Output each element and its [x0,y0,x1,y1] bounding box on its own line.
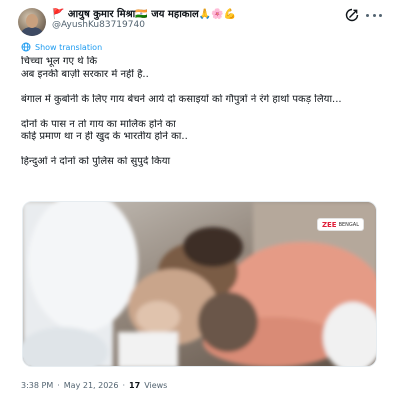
more-dot [372,13,376,17]
tweet-line: अब इनकी बाज़ी सरकार में नहीं है.. [21,68,149,80]
views-count: 17 [129,381,141,390]
more-options-icon[interactable] [366,8,382,22]
avatar-shoulders [21,27,43,36]
tweet-meta: 3:38 PM · May 21, 2026 · 17 Views [21,381,167,390]
author-handle[interactable]: @AyushKu83719740 [52,20,145,30]
channel-logo: ZEE BENGAL [316,218,364,231]
views-label: Views [144,381,168,390]
tweet-line: दोनों के पास न तो गाय का मालिक होने का [21,118,176,130]
tweet-line: बंगाल में कुर्बानी के लिए गाय बेचने आये … [21,93,342,105]
avatar-face [26,14,38,28]
tweet-line: चिच्चा भूल गए थे कि [21,56,97,67]
avatar[interactable] [18,8,46,36]
more-dot [379,13,382,17]
tweet-date[interactable]: May 21, 2026 [64,381,119,390]
meta-separator: · [122,381,126,390]
author-name-row[interactable]: 🚩 आयुष कुमार मिश्रा🇮🇳 जय महाकाल🙏🌸💪 [52,6,236,20]
globe-icon [21,42,31,52]
more-dot [366,13,369,17]
tweet-line: कोई प्रमाण था न ही खुद के भारतीय होने का… [21,131,188,142]
tweet-card[interactable]: 🚩 आयुष कुमार मिश्रा🇮🇳 जय महाकाल🙏🌸💪 @Ayus… [0,0,400,398]
channel-logo-sub: BENGAL [338,221,359,228]
channel-logo-text: ZEE [321,220,337,229]
tweet-text: चिच्चा भूल गए थे कि अब इनकी बाज़ी सरकार … [21,56,381,169]
show-translation-link[interactable]: Show translation [21,42,102,52]
tweet-media[interactable]: ZEE BENGAL [22,201,377,367]
meta-separator: · [57,381,60,390]
grok-icon[interactable] [345,8,359,22]
author-display-name[interactable]: 🚩 आयुष कुमार मिश्रा🇮🇳 जय महाकाल🙏🌸💪 [52,6,236,20]
tweet-time[interactable]: 3:38 PM [21,381,53,390]
tweet-line: हिन्दुओं ने दोनों को पुलिस को सुपुर्द कि… [21,156,171,167]
show-translation-label[interactable]: Show translation [35,43,102,52]
